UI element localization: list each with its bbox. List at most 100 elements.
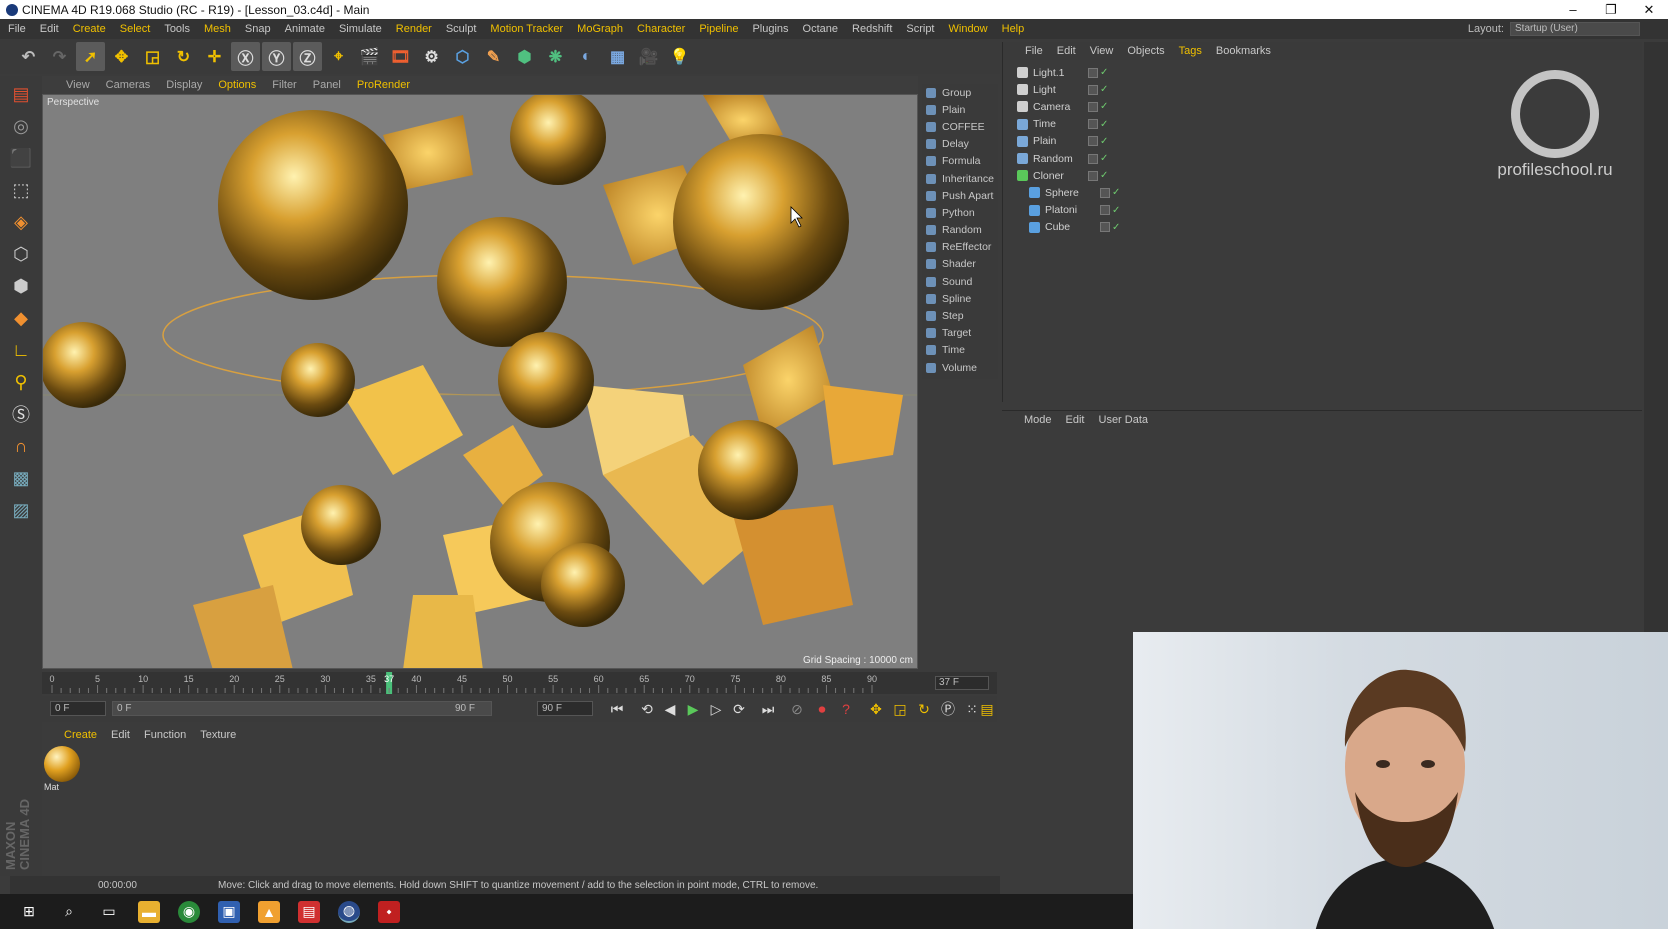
floor-icon[interactable]: ▦ xyxy=(603,42,632,71)
mat-menu-texture[interactable]: Texture xyxy=(200,729,236,741)
menu-render[interactable]: Render xyxy=(396,23,432,35)
menu-file[interactable]: File xyxy=(8,23,26,35)
workplane-icon[interactable]: ▩ xyxy=(5,464,37,492)
key-scale-icon[interactable]: ◲ xyxy=(890,699,910,719)
effector-shader[interactable]: Shader xyxy=(922,256,998,273)
render-settings-icon[interactable]: ⚙ xyxy=(417,42,446,71)
close-icon[interactable]: ✕ xyxy=(1630,2,1668,18)
current-frame-field[interactable]: 37 F xyxy=(935,676,989,690)
vp-menu-options[interactable]: Options xyxy=(218,79,256,91)
effector-group[interactable]: Group xyxy=(922,84,998,101)
solo-icon[interactable]: Ⓢ xyxy=(5,400,37,428)
vp-menu-panel[interactable]: Panel xyxy=(313,79,341,91)
vp-menu-prorender[interactable]: ProRender xyxy=(357,79,410,91)
key-rotation-icon[interactable]: ↻ xyxy=(914,699,934,719)
menu-script[interactable]: Script xyxy=(906,23,934,35)
subdivision-icon[interactable]: ⬢ xyxy=(510,42,539,71)
tweak-mode-icon[interactable]: ⚲ xyxy=(5,368,37,396)
photo-app-icon[interactable]: ▲ xyxy=(258,900,280,923)
restore-icon[interactable]: ❐ xyxy=(1592,2,1630,18)
make-editable-icon[interactable]: ▤ xyxy=(5,80,37,108)
menu-help[interactable]: Help xyxy=(1002,23,1025,35)
am-menu-user-data[interactable]: User Data xyxy=(1099,414,1149,426)
menu-animate[interactable]: Animate xyxy=(285,23,325,35)
om-menu-edit[interactable]: Edit xyxy=(1057,45,1076,57)
effector-step[interactable]: Step xyxy=(922,307,998,324)
pen-spline-icon[interactable]: ✎ xyxy=(479,42,508,71)
enabled-check-icon[interactable]: ✓ xyxy=(1100,119,1108,130)
effector-target[interactable]: Target xyxy=(922,325,998,342)
workplane-lock-icon[interactable]: ▨ xyxy=(5,496,37,524)
enabled-check-icon[interactable]: ✓ xyxy=(1100,84,1108,95)
minimize-icon[interactable]: – xyxy=(1554,2,1592,18)
visibility-toggle[interactable] xyxy=(1088,119,1098,130)
effector-reeffector[interactable]: ReEffector xyxy=(922,239,998,256)
menu-plugins[interactable]: Plugins xyxy=(752,23,788,35)
polygons-mode-icon[interactable]: ◆ xyxy=(5,304,37,332)
effector-time[interactable]: Time xyxy=(922,342,998,359)
task-view-icon[interactable]: ▭ xyxy=(98,901,120,923)
previous-frame-icon[interactable]: ◀ xyxy=(660,699,680,719)
effector-delay[interactable]: Delay xyxy=(922,136,998,153)
object-row[interactable]: Cube ✓ xyxy=(1017,219,1642,236)
menu-motion-tracker[interactable]: Motion Tracker xyxy=(490,23,563,35)
enabled-check-icon[interactable]: ✓ xyxy=(1100,67,1108,78)
snap-magnet-icon[interactable]: ∩ xyxy=(5,432,37,460)
effector-formula[interactable]: Formula xyxy=(922,153,998,170)
effector-random[interactable]: Random xyxy=(922,222,998,239)
object-mode-icon[interactable]: ⬚ xyxy=(5,176,37,204)
enabled-check-icon[interactable]: ✓ xyxy=(1112,187,1120,198)
visibility-toggle[interactable] xyxy=(1088,136,1098,147)
z-axis-icon[interactable]: Ⓩ xyxy=(293,42,322,71)
effector-inheritance[interactable]: Inheritance xyxy=(922,170,998,187)
om-menu-tags[interactable]: Tags xyxy=(1179,45,1202,57)
rotate-tool-icon[interactable]: ↻ xyxy=(169,42,198,71)
autokey-icon[interactable]: ? xyxy=(836,699,856,719)
play-icon[interactable]: ▶ xyxy=(683,699,703,719)
vp-menu-cameras[interactable]: Cameras xyxy=(106,79,151,91)
render-picture-viewer-icon[interactable]: 🎞 xyxy=(386,42,415,71)
visibility-toggle[interactable] xyxy=(1100,205,1110,216)
menu-sculpt[interactable]: Sculpt xyxy=(446,23,477,35)
enabled-check-icon[interactable]: ✓ xyxy=(1112,205,1120,216)
menu-mograph[interactable]: MoGraph xyxy=(577,23,623,35)
mat-menu-function[interactable]: Function xyxy=(144,729,186,741)
texture-axis-icon[interactable]: ◈ xyxy=(5,208,37,236)
key-position-icon[interactable]: ✥ xyxy=(866,699,886,719)
menu-redshift[interactable]: Redshift xyxy=(852,23,892,35)
vp-menu-display[interactable]: Display xyxy=(166,79,202,91)
visibility-toggle[interactable] xyxy=(1088,170,1098,181)
menu-tools[interactable]: Tools xyxy=(164,23,190,35)
mat-menu-create[interactable]: Create xyxy=(64,729,97,741)
effector-push-apart[interactable]: Push Apart xyxy=(922,187,998,204)
menu-pipeline[interactable]: Pipeline xyxy=(699,23,738,35)
menu-simulate[interactable]: Simulate xyxy=(339,23,382,35)
menu-select[interactable]: Select xyxy=(120,23,151,35)
vp-menu-filter[interactable]: Filter xyxy=(272,79,296,91)
render-view-icon[interactable]: 🎬 xyxy=(355,42,384,71)
enabled-check-icon[interactable]: ✓ xyxy=(1100,170,1108,181)
visibility-toggle[interactable] xyxy=(1088,101,1098,112)
effector-coffee[interactable]: COFFEE xyxy=(922,118,998,135)
select-tool-icon[interactable]: ➚ xyxy=(76,42,105,71)
visibility-toggle[interactable] xyxy=(1088,153,1098,164)
edges-mode-icon[interactable]: ⬢ xyxy=(5,272,37,300)
search-icon[interactable]: ⌕ xyxy=(58,901,80,923)
array-icon[interactable]: ❋ xyxy=(541,42,570,71)
axis-mode-icon[interactable]: ∟ xyxy=(5,336,37,364)
effector-volume[interactable]: Volume xyxy=(922,359,998,376)
am-menu-mode[interactable]: Mode xyxy=(1024,414,1052,426)
x-axis-icon[interactable]: Ⓧ xyxy=(231,42,260,71)
effector-spline[interactable]: Spline xyxy=(922,290,998,307)
texture-mode-icon[interactable]: ◎ xyxy=(5,112,37,140)
om-menu-view[interactable]: View xyxy=(1090,45,1114,57)
light-tool-icon[interactable]: 💡 xyxy=(665,42,694,71)
material-swatch[interactable]: Mat xyxy=(44,746,82,794)
mat-menu-edit[interactable]: Edit xyxy=(111,729,130,741)
range-slider[interactable]: 0 F 90 F xyxy=(112,701,492,716)
move-tool-icon[interactable]: ✥ xyxy=(107,42,136,71)
points-mode-icon[interactable]: ⬡ xyxy=(5,240,37,268)
deformer-icon[interactable]: ◐ xyxy=(572,42,601,71)
save-disk-icon[interactable]: ▣ xyxy=(218,900,240,923)
visibility-toggle[interactable] xyxy=(1100,187,1110,198)
